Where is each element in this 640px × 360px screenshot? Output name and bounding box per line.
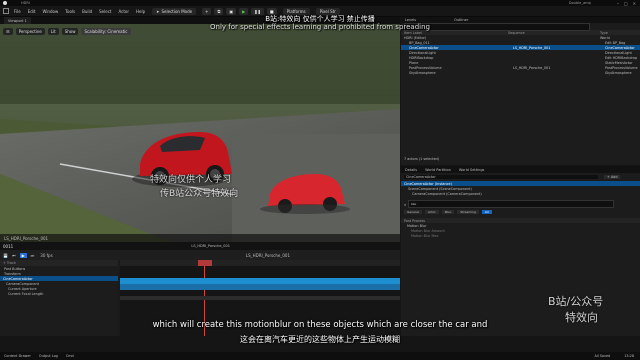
- viewport-scene: [0, 24, 400, 242]
- outliner-row-label: HDRI (Editor): [404, 35, 427, 40]
- outliner-row-label: Plane: [409, 60, 419, 65]
- col-type[interactable]: Type: [600, 31, 608, 35]
- details-tab[interactable]: Details: [401, 168, 421, 172]
- pixel-streaming-label: Pixel Str: [319, 8, 336, 14]
- outliner-rows: HDRI (Editor) World BP_Bag_011 Edit BP_Bag C…: [401, 35, 640, 75]
- details-panel: Details World Partition World Settings C…: [401, 166, 640, 336]
- playhead-marker[interactable]: [198, 260, 212, 266]
- minimize-icon[interactable]: –: [617, 1, 619, 6]
- col-sequence[interactable]: Sequence: [508, 31, 600, 35]
- platforms-label: Platforms: [286, 8, 306, 14]
- details-filter-tabs: General Actor Misc Streaming All: [401, 208, 640, 215]
- output-log-button[interactable]: Output Log: [39, 354, 58, 358]
- outliner-row-label: HDRIBackdrop: [409, 55, 434, 60]
- menu-actor[interactable]: Actor: [118, 9, 129, 14]
- content-drawer-button[interactable]: Content Drawer: [4, 354, 31, 358]
- transport-bar: 💾 ⏮ ▶ ⏭ 30 fps LS_HDRI_Porsche_001: [0, 250, 400, 260]
- cursor-icon: ➤: [156, 8, 160, 14]
- outliner-row-sequence: LS_HDRI_Porsche_001: [513, 45, 551, 50]
- filter-all[interactable]: All: [481, 209, 492, 214]
- outliner-row[interactable]: SkyAtmosphere SkyAtmosphere: [401, 70, 640, 75]
- component-row-camera[interactable]: CameraComponent (CameraComponent): [401, 191, 640, 196]
- sequence-name: LS_HDRI_Porsche_001: [245, 252, 290, 258]
- level-viewport[interactable]: LS_HDRI_Porsche_001 特效向仅供个人学习 传B站公众号特效向: [0, 24, 400, 242]
- details-search-input[interactable]: [408, 200, 615, 208]
- track-row-focal-length[interactable]: Current Focal Length: [0, 291, 118, 296]
- outliner-row-type: CineCameraActor: [605, 45, 635, 50]
- outliner-panel: Levels Outliner Item Label Sequence Type…: [401, 17, 640, 165]
- selection-mode-label: Selection Mode: [161, 8, 193, 14]
- outliner-row-type: World: [600, 35, 610, 40]
- component-section-bar[interactable]: [120, 284, 400, 290]
- outliner-row-label: DirectionalLight: [409, 50, 436, 55]
- filter-misc[interactable]: Misc: [441, 209, 455, 214]
- world-partition-tab[interactable]: World Partition: [421, 168, 455, 172]
- outliner-row-label: PostProcessVolume: [409, 65, 442, 70]
- save-sequence-icon[interactable]: 💾: [3, 253, 8, 258]
- details-tabs: Details World Partition World Settings: [401, 166, 640, 173]
- viewport-watermark-1: 特效向仅供个人学习: [150, 175, 232, 185]
- clock: 13:28: [624, 354, 634, 358]
- project-name: Double_amp: [568, 1, 591, 5]
- sequencer-timecode: 0011: [3, 243, 14, 249]
- add-component-button[interactable]: + Add: [604, 175, 621, 179]
- skip-back-icon[interactable]: ⏮: [12, 253, 16, 258]
- camera-label: LS_HDRI_Porsche_001: [4, 236, 49, 241]
- cmd-button[interactable]: Cmd: [66, 354, 74, 358]
- menu-build[interactable]: Build: [82, 9, 92, 14]
- play-sequence-button[interactable]: ▶: [19, 252, 27, 258]
- outliner-row[interactable]: CineCameraActor LS_HDRI_Porsche_001 CineCa…: [401, 45, 640, 50]
- motion-blur-max-prop[interactable]: Motion Blur Max: [401, 233, 640, 238]
- fps-select[interactable]: 30 fps: [40, 253, 52, 258]
- menu-window[interactable]: Window: [42, 9, 58, 14]
- skip-forward-icon[interactable]: ⏭: [31, 253, 35, 258]
- filter-actor[interactable]: Actor: [424, 209, 439, 214]
- details-search-row: ⌕: [401, 200, 640, 208]
- menu-help[interactable]: Help: [136, 9, 145, 14]
- outliner-row-type: StaticMeshActor: [605, 60, 633, 65]
- level-name: HDRI: [21, 1, 30, 5]
- unreal-logo-icon: [3, 1, 7, 5]
- outliner-row-type: SkyAtmosphere: [605, 70, 632, 75]
- filter-streaming[interactable]: Streaming: [457, 209, 479, 214]
- outliner-row-type: Edit BP_Bag: [605, 40, 626, 45]
- top-watermark-en: Only for special effects learning and pr…: [210, 23, 430, 31]
- outliner-footer: 7 actors (1 selected): [404, 157, 440, 161]
- menu-tools[interactable]: Tools: [65, 9, 75, 14]
- filter-general[interactable]: General: [404, 209, 422, 214]
- menu-edit[interactable]: Edit: [28, 9, 36, 14]
- outliner-row-label: SkyAtmosphere: [409, 70, 436, 75]
- status-bar: Content Drawer Output Log Cmd All Saved …: [0, 352, 640, 360]
- sequencer-top-row: 0011 LS_HDRI_Porsche_001: [0, 242, 400, 250]
- outliner-row-type: Edit HDRIBackdrop: [605, 55, 638, 60]
- sequence-name-right: LS_HDRI_Porsche_001: [191, 244, 230, 248]
- actor-name-field[interactable]: CineCameraActor: [404, 175, 598, 179]
- outliner-row-type: DirectionalLight: [605, 50, 632, 55]
- save-status: All Saved: [594, 354, 611, 358]
- outliner-row-label: CineCameraActor: [409, 45, 439, 50]
- treeline: [0, 24, 400, 104]
- world-settings-tab[interactable]: World Settings: [455, 168, 489, 172]
- col-item-label[interactable]: Item Label: [401, 31, 508, 35]
- subtitle-cn: 这会在离汽车更近的这些物体上产生运动模糊: [240, 335, 400, 344]
- corner-watermark-1: B站/公众号: [548, 295, 604, 308]
- close-icon[interactable]: ×: [633, 1, 636, 6]
- subtitle-en: which will create this motionblur on the…: [152, 320, 488, 330]
- aperture-section-bar[interactable]: [120, 296, 400, 300]
- details-search-icon: ⌕: [404, 201, 407, 207]
- outliner-row[interactable]: PostProcessVolume LS_HDRI_Porsche_001 Post…: [401, 65, 640, 70]
- actor-name-row: CineCameraActor + Add: [401, 173, 640, 181]
- outliner-row-label: BP_Bag_011: [409, 40, 430, 45]
- outliner-row-type: PostProcessVolume: [605, 65, 638, 70]
- menu-file[interactable]: File: [14, 9, 21, 14]
- maximize-icon[interactable]: □: [624, 1, 628, 6]
- viewport-watermark-2: 传B站公众号特效向: [160, 189, 239, 199]
- add-track-button[interactable]: + Track: [3, 261, 16, 265]
- menu-select[interactable]: Select: [99, 9, 111, 14]
- time-ruler[interactable]: [120, 260, 400, 266]
- outliner-row-sequence: LS_HDRI_Porsche_001: [513, 65, 551, 70]
